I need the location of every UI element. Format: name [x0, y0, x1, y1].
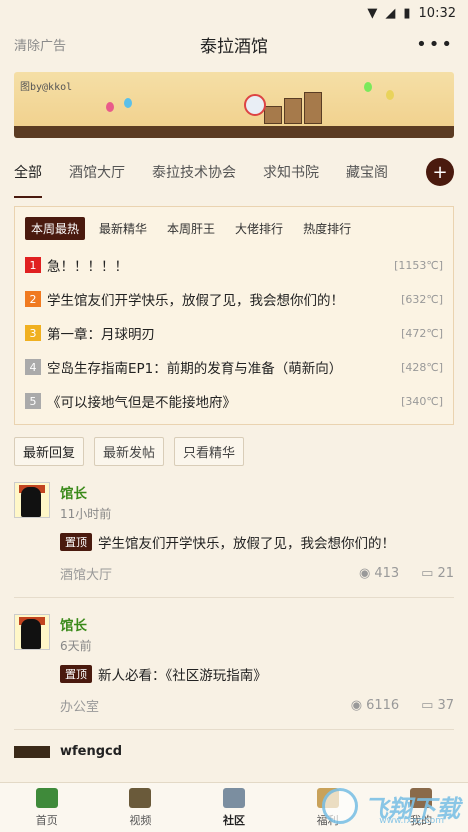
hot-item-title[interactable]: 学生馆友们开学快乐，放假了见，我会想你们的！: [47, 289, 401, 309]
post-card[interactable]: 馆长 6天前 置顶 新人必看：《社区游玩指南》 办公室 ◉ 6116 ▭ 37: [0, 614, 468, 715]
post-board[interactable]: 酒馆大厅: [60, 564, 337, 583]
hot-item-title[interactable]: 《可以接地气但是不能接地府》: [47, 391, 401, 411]
sort-featured-only[interactable]: 只看精华: [174, 437, 245, 466]
status-bar: ▼ ◢ ▮ 10:32: [0, 0, 468, 26]
hot-item-title[interactable]: 空岛生存指南EP1：前期的发育与准备（萌新向）: [47, 357, 401, 377]
hot-item[interactable]: 1 急！！！！！ [1153℃]: [25, 248, 443, 282]
hot-list: 1 急！！！！！ [1153℃] 2 学生馆友们开学快乐，放假了见，我会想你们的！ [63…: [25, 248, 443, 418]
tab-tavern-hall[interactable]: 酒馆大厅: [69, 162, 125, 182]
nav-label: 视频: [129, 813, 152, 827]
sort-bar: 最新回复 最新发帖 只看精华: [0, 425, 468, 466]
filter-top-users[interactable]: 大佬排行: [229, 217, 289, 240]
filter-weekly-grinder[interactable]: 本周肝王: [161, 217, 221, 240]
banner-ground: [14, 126, 454, 138]
tab-academy[interactable]: 求知书院: [263, 162, 319, 182]
rank-badge: 3: [25, 325, 41, 341]
balloon-decoration: [364, 82, 372, 92]
eye-icon: ◉: [350, 698, 363, 713]
post-author[interactable]: wfengcd: [60, 744, 122, 759]
hot-item[interactable]: 5 《可以接地气但是不能接地府》 [340℃]: [25, 384, 443, 418]
add-tab-button[interactable]: +: [426, 158, 454, 186]
post-time: 6天前: [60, 639, 92, 653]
board-tabs: 全部 酒馆大厅 泰拉技术协会 求知书院 藏宝阁 +: [0, 146, 468, 198]
filter-latest-featured[interactable]: 最新精华: [93, 217, 153, 240]
hot-item[interactable]: 3 第一章：月球明刃 [472℃]: [25, 316, 443, 350]
sort-latest-post[interactable]: 最新发帖: [94, 437, 165, 466]
hot-filters: 本周最热 最新精华 本周肝王 大佬排行 热度排行: [25, 217, 443, 240]
filter-heat-ranking[interactable]: 热度排行: [297, 217, 357, 240]
heat-value: [428℃]: [401, 360, 443, 374]
tab-all[interactable]: 全部: [14, 162, 42, 198]
hot-item[interactable]: 2 学生馆友们开学快乐，放假了见，我会想你们的！ [632℃]: [25, 282, 443, 316]
clear-ads-button[interactable]: 清除广告: [14, 35, 66, 54]
crate-decoration: [284, 98, 302, 124]
heat-value: [632℃]: [401, 292, 443, 306]
signal-icon: ◢: [385, 5, 396, 21]
view-count: 413: [374, 566, 400, 581]
status-time: 10:32: [418, 5, 456, 21]
post-time: 11小时前: [60, 507, 112, 521]
more-menu-button[interactable]: •••: [416, 34, 454, 55]
pinned-badge: 置顶: [60, 533, 92, 551]
avatar[interactable]: [14, 745, 50, 758]
balloon-decoration: [386, 90, 394, 100]
tab-tech-guild[interactable]: 泰拉技术协会: [152, 162, 236, 182]
battery-icon: ▮: [403, 5, 411, 21]
plus-icon: +: [432, 161, 448, 183]
comment-icon: ▭: [421, 698, 434, 713]
filter-weekly-hot[interactable]: 本周最热: [25, 217, 86, 240]
page-title: 泰拉酒馆: [200, 36, 268, 57]
post-board[interactable]: 办公室: [60, 696, 329, 715]
watermark-url: www.fxxz.com: [379, 816, 444, 826]
nav-video[interactable]: 视频: [94, 783, 188, 832]
site-watermark: 飞翔下载 www.fxxz.com: [322, 788, 460, 826]
community-board-icon: [222, 787, 245, 808]
beachball-decoration: [244, 94, 266, 116]
avatar[interactable]: [14, 614, 50, 650]
hot-item-title[interactable]: 急！！！！！: [47, 255, 394, 275]
post-title[interactable]: 新人必看：《社区游玩指南》: [98, 664, 267, 684]
eye-icon: ◉: [358, 566, 371, 581]
tv-icon: [129, 787, 152, 808]
divider: [14, 597, 454, 598]
balloon-decoration: [106, 102, 114, 112]
hot-item[interactable]: 4 空岛生存指南EP1：前期的发育与准备（萌新向） [428℃]: [25, 350, 443, 384]
comment-count: 21: [437, 566, 454, 581]
crate-decoration: [264, 106, 282, 124]
top-bar: 清除广告 泰拉酒馆 •••: [0, 26, 468, 62]
view-count: 6116: [366, 698, 400, 713]
rank-badge: 2: [25, 291, 41, 307]
nav-label: 社区: [222, 813, 245, 827]
rank-badge: 1: [25, 257, 41, 273]
hot-item-title[interactable]: 第一章：月球明刃: [47, 323, 401, 343]
watermark-logo-icon: [322, 788, 358, 824]
banner-image[interactable]: 图by@kkol: [14, 72, 454, 138]
pinned-badge: 置顶: [60, 665, 92, 683]
nav-label: 首页: [35, 813, 58, 827]
post-author[interactable]: 馆长: [60, 482, 111, 502]
post-author[interactable]: 馆长: [60, 614, 92, 634]
home-book-icon: [35, 787, 58, 808]
tab-treasure[interactable]: 藏宝阁: [346, 162, 388, 182]
comment-count: 37: [437, 698, 454, 713]
hot-ranking-panel: 本周最热 最新精华 本周肝王 大佬排行 热度排行 1 急！！！！！ [1153℃] 2…: [14, 206, 454, 425]
avatar[interactable]: [14, 482, 50, 518]
banner-label: 图by@kkol: [20, 82, 73, 93]
heat-value: [472℃]: [401, 326, 443, 340]
nav-home[interactable]: 首页: [0, 783, 94, 832]
post-card[interactable]: 馆长 11小时前 置顶 学生馆友们开学快乐，放假了见，我会想你们的！ 酒馆大厅 …: [0, 482, 468, 583]
post-title[interactable]: 学生馆友们开学快乐，放假了见，我会想你们的！: [98, 532, 395, 552]
post-card-partial[interactable]: wfengcd: [0, 744, 468, 759]
sort-latest-reply[interactable]: 最新回复: [14, 437, 85, 466]
wifi-icon: ▼: [367, 5, 378, 21]
heat-value: [1153℃]: [394, 258, 443, 272]
heat-value: [340℃]: [401, 394, 443, 408]
crate-decoration: [304, 92, 322, 124]
balloon-decoration: [124, 98, 132, 108]
rank-badge: 4: [25, 359, 41, 375]
nav-community[interactable]: 社区: [187, 783, 281, 832]
divider: [14, 729, 454, 730]
comment-icon: ▭: [421, 566, 434, 581]
rank-badge: 5: [25, 393, 41, 409]
